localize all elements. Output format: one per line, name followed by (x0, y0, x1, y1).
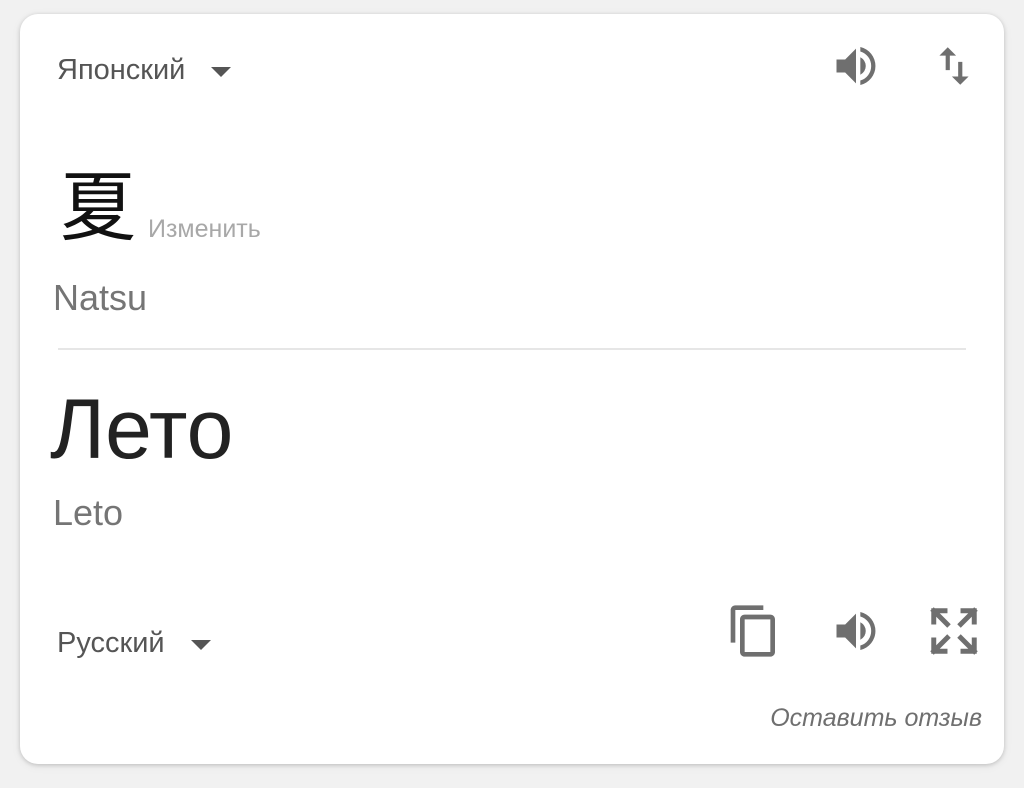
source-language-dropdown[interactable]: Японский (57, 54, 232, 87)
target-language-label: Русский (57, 627, 165, 659)
caret-down-icon (211, 66, 232, 77)
volume-icon (836, 611, 876, 651)
copy-icon (730, 605, 775, 657)
swap-languages-icon (939, 47, 969, 85)
target-speaker-button[interactable] (828, 603, 884, 659)
swap-languages-button[interactable] (926, 38, 982, 94)
fullscreen-icon (930, 607, 978, 655)
divider (58, 348, 966, 350)
source-text-row: 夏 Изменить (60, 162, 261, 254)
caret-down-icon (190, 639, 211, 650)
translated-text: Лето (50, 382, 234, 476)
source-transliteration: Natsu (53, 277, 148, 318)
source-speaker-button[interactable] (828, 38, 884, 94)
copy-button[interactable] (726, 603, 782, 659)
source-language-label: Японский (57, 54, 186, 86)
translate-card: Японский 夏 Изменить Natsu Лето Leto Русс… (20, 14, 1004, 764)
feedback-link[interactable]: Оставить отзыв (770, 704, 982, 733)
volume-icon (836, 46, 876, 86)
fullscreen-button[interactable] (926, 603, 982, 659)
edit-link[interactable]: Изменить (148, 215, 261, 244)
source-text: 夏 (60, 163, 136, 252)
target-transliteration: Leto (53, 492, 124, 533)
target-language-dropdown[interactable]: Русский (57, 627, 211, 660)
